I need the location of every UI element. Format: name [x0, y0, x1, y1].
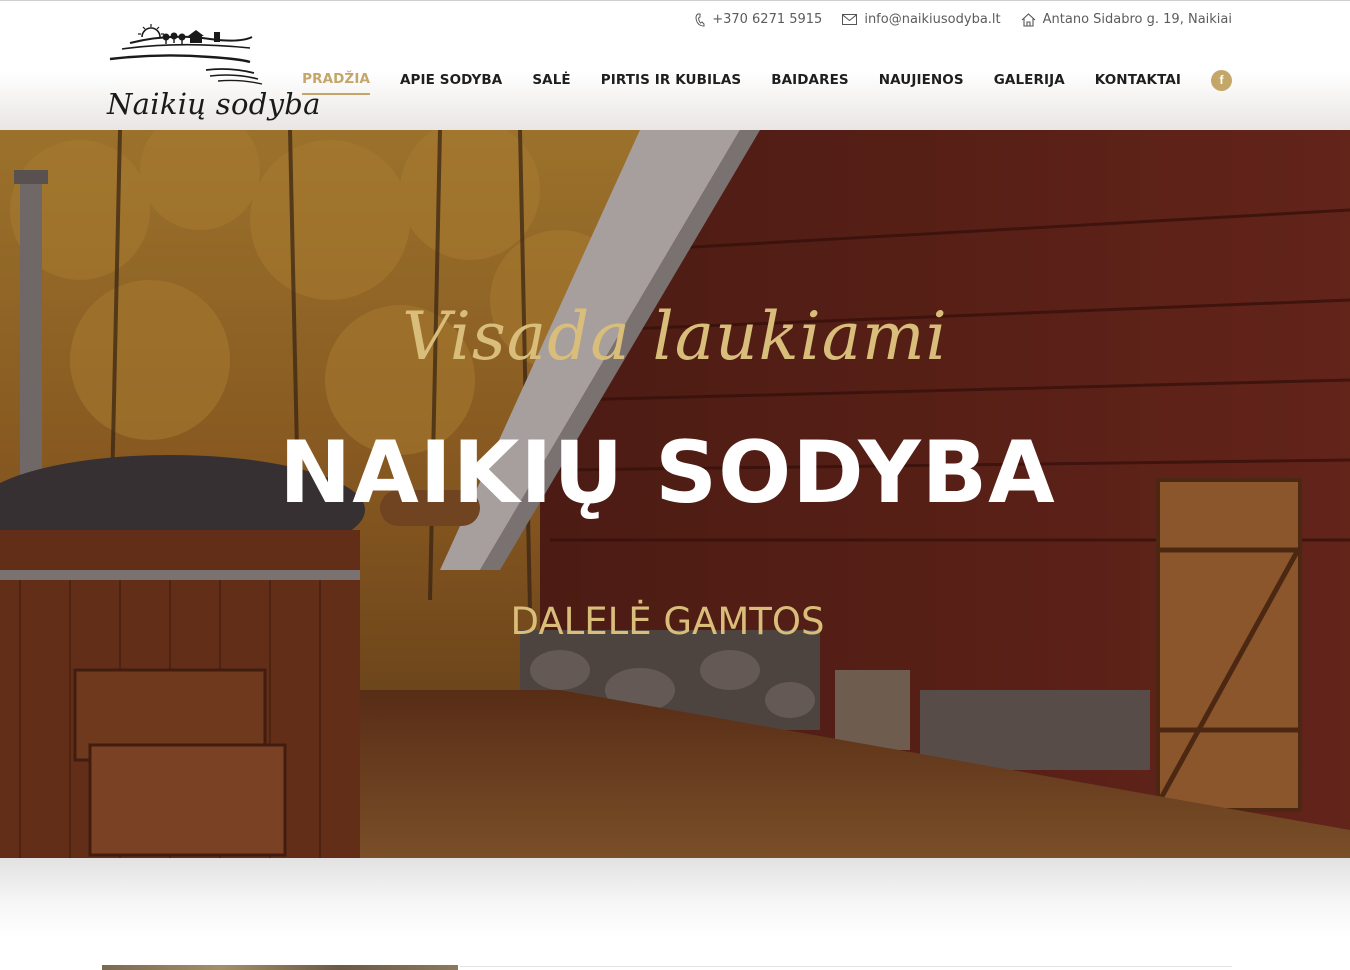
nav-item-galerija[interactable]: GALERIJA — [994, 72, 1065, 94]
contact-phone-text: +370 6271 5915 — [712, 12, 823, 27]
mail-icon — [842, 14, 858, 25]
section-divider — [0, 858, 1350, 970]
nav-item-naujienos[interactable]: NAUJIENOS — [879, 72, 964, 94]
hero-script-text: Visada laukiami — [402, 298, 948, 375]
facebook-icon-glyph: f — [1219, 73, 1224, 87]
site-header: Naikių sodyba +370 6271 5915 info@naikiu… — [0, 0, 1350, 130]
nav-item-baidares[interactable]: BAIDARES — [771, 72, 849, 94]
contact-phone[interactable]: +370 6271 5915 — [695, 12, 822, 27]
nav-item-pirtis-ir-kubilas[interactable]: PIRTIS IR KUBILAS — [601, 72, 741, 94]
contact-address-text: Antano Sidabro g. 19, Naikiai — [1042, 12, 1232, 27]
main-nav: PRADŽIA APIE SODYBA SALĖ PIRTIS IR KUBIL… — [302, 69, 1232, 95]
hero-title: NAIKIŲ SODYBA — [279, 423, 1056, 523]
content-divider-line — [460, 966, 1232, 967]
contact-email-text: info@naikiusodyba.lt — [864, 12, 1001, 27]
contact-email[interactable]: info@naikiusodyba.lt — [842, 12, 1001, 27]
hero-banner: Visada laukiami NAIKIŲ SODYBA DALELĖ GAM… — [0, 130, 1350, 858]
logo-landscape-icon — [109, 24, 263, 85]
site-logo[interactable]: Naikių sodyba — [100, 15, 320, 125]
nav-item-kontaktai[interactable]: KONTAKTAI — [1095, 72, 1181, 94]
content-image-preview — [102, 965, 458, 970]
hero-subtitle: DALELĖ GAMTOS — [510, 600, 825, 643]
nav-item-apie-sodyba[interactable]: APIE SODYBA — [400, 72, 502, 94]
contact-bar: +370 6271 5915 info@naikiusodyba.lt Anta… — [695, 12, 1232, 27]
phone-icon — [695, 13, 705, 27]
home-icon — [1021, 12, 1036, 27]
nav-item-pradzia[interactable]: PRADŽIA — [302, 71, 370, 95]
contact-address: Antano Sidabro g. 19, Naikiai — [1021, 12, 1232, 27]
nav-item-sale[interactable]: SALĖ — [532, 72, 570, 94]
logo-text: Naikių sodyba — [107, 87, 321, 121]
facebook-icon[interactable]: f — [1211, 69, 1232, 91]
